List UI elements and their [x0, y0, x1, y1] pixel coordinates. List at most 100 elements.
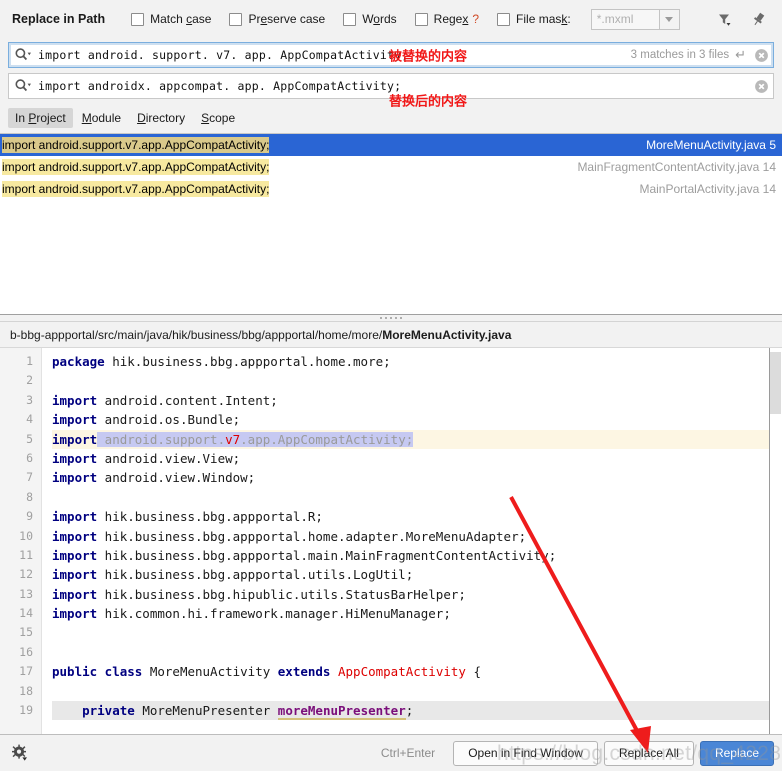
code-line: package hik.business.bbg.appportal.home.… — [52, 354, 391, 369]
result-match-text: import android.support.v7.app.AppCompatA… — [2, 159, 270, 175]
result-file-name: MainFragmentContentActivity.java — [577, 160, 760, 174]
search-input-container[interactable]: import android. support. v7. app. AppCom… — [8, 42, 774, 68]
regex-label: Regex — [433, 12, 469, 26]
preserve-case-checkbox[interactable] — [229, 12, 243, 26]
line-number: 4 — [26, 412, 33, 427]
code-line: import hik.business.bbg.appportal.R; — [52, 509, 323, 525]
match-case-checkbox[interactable] — [131, 12, 145, 26]
line-number: 3 — [26, 392, 33, 407]
dialog-title: Replace in Path — [12, 12, 106, 26]
replace-input[interactable]: import androidx. appcompat. app. AppComp… — [38, 79, 401, 93]
tab-in-project[interactable]: In Project — [8, 108, 73, 128]
result-file-name: MoreMenuActivity.java — [646, 138, 766, 152]
breadcrumb-path: b-bbg-appportal/src/main/java/hik/busine… — [10, 327, 383, 342]
replace-all-button[interactable]: Replace All — [603, 740, 694, 766]
enter-key-hint: ↵ — [735, 47, 746, 62]
line-number: 13 — [19, 586, 33, 601]
search-input[interactable]: import android. support. v7. app. AppCom… — [38, 48, 408, 62]
line-number: 1 — [26, 354, 33, 368]
line-number: 15 — [19, 625, 33, 640]
gear-icon[interactable] — [10, 743, 30, 763]
table-row[interactable]: import android.support.v7.app.AppCompatA… — [0, 134, 782, 156]
result-match-text: import android.support.v7.app.AppCompatA… — [2, 137, 270, 153]
code-line: import hik.business.bbg.appportal.home.a… — [52, 528, 527, 544]
match-count-label: 3 matches in 3 files — [630, 49, 730, 61]
line-number: 7 — [26, 470, 33, 485]
code-line: import android.content.Intent; — [52, 392, 278, 408]
result-file-name: MainPortalActivity.java — [639, 182, 760, 196]
breadcrumb-filename: MoreMenuActivity.java — [382, 327, 512, 342]
option-match-case[interactable]: Match case — [131, 12, 211, 26]
line-number: 10 — [19, 528, 33, 543]
result-line-number: 14 — [762, 160, 776, 174]
line-number-gutter: 1 2 3 4 5 6 7 8 9 10 11 12 13 14 15 16 1… — [0, 348, 42, 734]
option-regex[interactable]: Regex ? — [414, 12, 479, 26]
regex-checkbox[interactable] — [414, 12, 428, 26]
toolbar-icons — [714, 9, 772, 29]
line-number: 19 — [19, 703, 33, 718]
code-scrollbar[interactable] — [769, 348, 782, 734]
line-number: 6 — [26, 450, 33, 465]
replace-button[interactable]: Replace — [699, 740, 774, 766]
words-checkbox[interactable] — [343, 12, 357, 26]
results-list[interactable]: import android.support.v7.app.AppCompatA… — [0, 133, 782, 315]
file-mask-label: File mask: — [516, 12, 571, 26]
clear-replace-icon[interactable] — [754, 79, 769, 94]
result-file-label: MainPortalActivity.java 14 — [639, 182, 776, 196]
code-line: import hik.business.bbg.hipublic.utils.S… — [52, 586, 466, 602]
file-mask-dropdown-button[interactable] — [658, 8, 680, 30]
options-toolbar: Replace in Path Match case Preserve case… — [0, 0, 782, 38]
search-icon[interactable] — [14, 47, 32, 63]
panel-splitter[interactable] — [0, 315, 782, 322]
code-preview[interactable]: 1 2 3 4 5 6 7 8 9 10 11 12 13 14 15 16 1… — [0, 348, 782, 735]
preserve-case-label: Preserve case — [248, 12, 326, 26]
replace-field-wrap: import androidx. appcompat. app. AppComp… — [0, 73, 782, 110]
file-mask-combo[interactable]: *.mxml — [590, 8, 680, 30]
replace-annotation: 替换后的内容 — [389, 94, 468, 110]
filter-icon[interactable] — [714, 9, 734, 29]
tab-directory[interactable]: Directory — [130, 108, 192, 128]
tab-scope[interactable]: Scope — [194, 108, 242, 128]
search-annotation: 被替换的内容 — [389, 49, 468, 65]
file-mask-checkbox[interactable] — [497, 12, 511, 26]
line-number: 9 — [26, 509, 33, 524]
file-mask-input[interactable]: *.mxml — [590, 8, 659, 30]
tab-module[interactable]: Module — [75, 108, 128, 128]
result-file-label: MoreMenuActivity.java 5 — [646, 138, 776, 152]
option-file-mask[interactable]: File mask: — [497, 12, 571, 26]
dialog-footer: Ctrl+Enter Open in Find Window Replace A… — [0, 735, 782, 771]
table-row[interactable]: import android.support.v7.app.AppCompatA… — [0, 156, 782, 178]
code-line: import hik.business.bbg.appportal.main.M… — [52, 547, 557, 563]
code-line: import hik.common.hi.framework.manager.H… — [52, 606, 451, 622]
code-line: import hik.business.bbg.appportal.utils.… — [52, 567, 414, 583]
line-number: 17 — [19, 664, 33, 679]
code-line: import android.os.Bundle; — [52, 412, 241, 428]
code-scrollbar-thumb[interactable] — [770, 352, 781, 414]
option-words[interactable]: Words — [343, 12, 397, 26]
line-number: 12 — [19, 567, 33, 582]
table-row[interactable]: import android.support.v7.app.AppCompatA… — [0, 178, 782, 200]
regex-help-link[interactable]: ? — [472, 12, 479, 26]
replace-in-path-dialog: Replace in Path Match case Preserve case… — [0, 0, 782, 771]
line-number: 18 — [19, 683, 33, 698]
line-number: 14 — [19, 606, 33, 621]
replace-search-icon[interactable] — [14, 78, 32, 94]
words-label: Words — [362, 12, 397, 26]
code-lines[interactable]: package hik.business.bbg.appportal.home.… — [42, 348, 782, 734]
pin-icon[interactable] — [748, 9, 768, 29]
open-in-find-window-button[interactable]: Open in Find Window — [453, 740, 598, 766]
shortcut-hint: Ctrl+Enter — [380, 746, 436, 760]
line-number: 11 — [19, 547, 33, 562]
replace-input-container[interactable]: import androidx. appcompat. app. AppComp… — [8, 73, 774, 110]
result-line-number: 14 — [762, 182, 776, 196]
result-match-text: import android.support.v7.app.AppCompatA… — [2, 181, 270, 197]
line-number: 5 — [26, 431, 33, 446]
option-preserve-case[interactable]: Preserve case — [229, 12, 325, 26]
clear-search-icon[interactable] — [754, 48, 769, 63]
code-line: import android.view.Window; — [52, 470, 256, 486]
